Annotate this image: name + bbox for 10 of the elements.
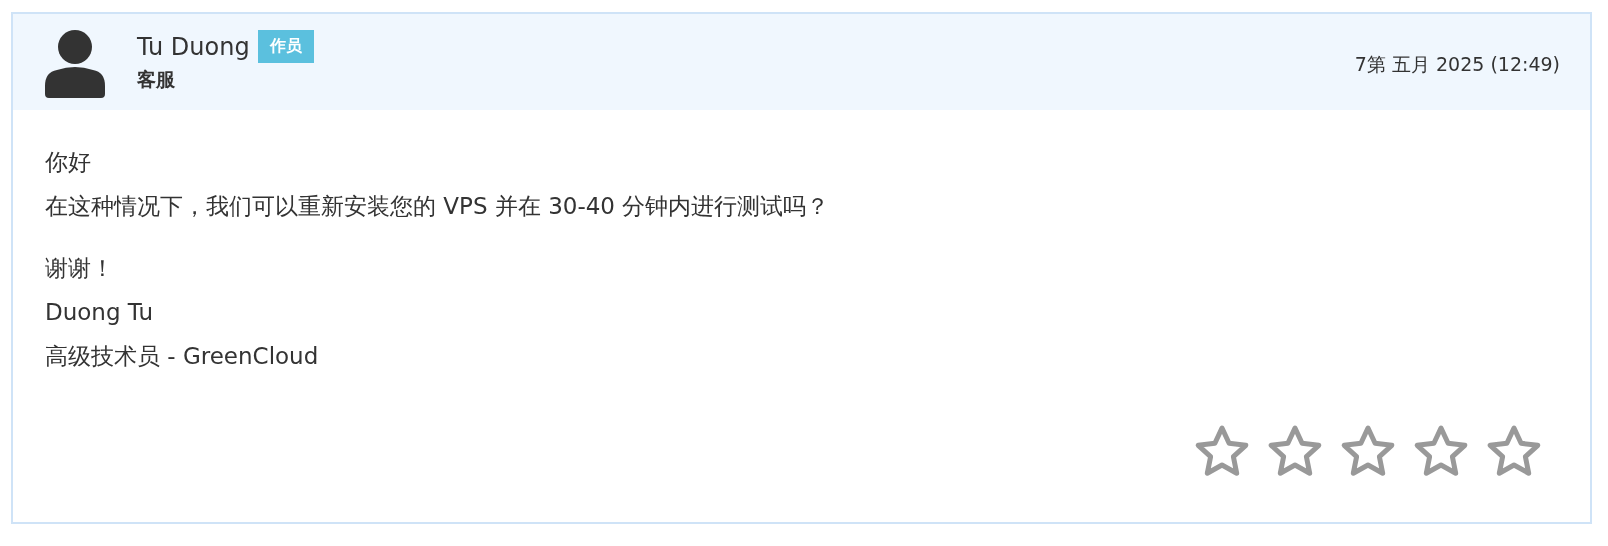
user-avatar-icon (45, 30, 105, 98)
message-text: 在这种情况下，我们可以重新安装您的 VPS 并在 30-40 分钟内进行测试吗？ (45, 192, 831, 221)
message-date: 7第 五月 2025 (12:49) (1354, 52, 1560, 77)
author-role: 客服 (137, 67, 176, 92)
staff-badge: 作员 (257, 30, 314, 63)
message-text: 你好 (45, 148, 92, 177)
message-text: 谢谢！ (45, 254, 115, 283)
author-name: Tu Duong (137, 32, 250, 61)
message-text: Duong Tu (45, 298, 154, 327)
message-text: 高级技术员 - GreenCloud (45, 342, 320, 371)
